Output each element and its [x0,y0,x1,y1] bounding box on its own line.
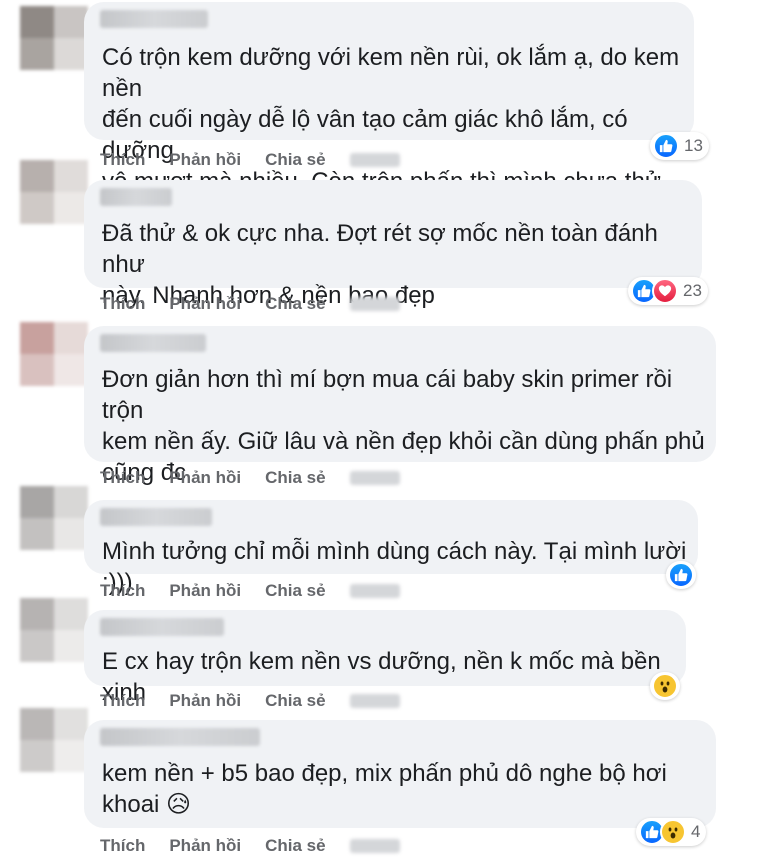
timestamp[interactable] [349,839,400,853]
reply-action[interactable]: Phản hồi [169,581,241,601]
comment-actions: Thích Phản hồi Chia sẻ [100,581,400,601]
like-action[interactable]: Thích [100,691,145,711]
reply-action[interactable]: Phản hồi [169,150,241,170]
comment-actions: Thích Phản hồi Chia sẻ [100,468,400,488]
timestamp[interactable] [349,471,400,485]
reaction-count: 13 [684,136,703,155]
timestamp[interactable] [349,584,400,598]
timestamp[interactable] [349,297,400,311]
reaction-summary[interactable]: 13 [650,132,709,160]
like-icon [653,133,679,159]
reply-action[interactable]: Phản hồi [169,294,241,314]
share-action[interactable]: Chia sẻ [265,836,325,856]
like-action[interactable]: Thích [100,150,145,170]
comment-actions: Thích Phản hồi Chia sẻ [100,691,400,711]
timestamp[interactable] [349,694,400,708]
comment-bubble: Mình tưởng chỉ mỗi mình dùng cách này. T… [84,500,698,596]
avatar[interactable] [20,6,88,70]
share-action[interactable]: Chia sẻ [265,691,325,711]
wow-icon [652,673,678,699]
avatar[interactable] [20,708,88,772]
reaction-summary[interactable]: 23 [628,277,708,305]
comment-actions: Thích Phản hồi Chia sẻ [100,150,400,170]
reply-action[interactable]: Phản hồi [169,691,241,711]
like-action[interactable]: Thích [100,836,145,856]
like-action[interactable]: Thích [100,294,145,314]
heart-icon [652,278,678,304]
timestamp[interactable] [349,153,400,167]
share-action[interactable]: Chia sẻ [265,294,325,314]
comment-text: kem nền + b5 bao đẹp, mix phấn phủ dô ng… [102,760,667,818]
like-action[interactable]: Thích [100,581,145,601]
author-name[interactable] [100,334,206,352]
reaction-count: 4 [691,822,701,841]
comment-bubble: E cx hay trộn kem nền vs dưỡng, nền k mố… [84,610,686,706]
avatar[interactable] [20,322,88,386]
reaction-count: 23 [683,281,702,300]
author-name[interactable] [100,508,212,526]
like-icon [668,562,694,588]
comment-text: Có trộn kem dưỡng với kem nền rùi, ok lắ… [102,44,680,195]
author-name[interactable] [100,618,224,636]
share-action[interactable]: Chia sẻ [265,468,325,488]
comment-actions: Thích Phản hồi Chia sẻ [100,836,400,856]
reply-action[interactable]: Phản hồi [169,468,241,488]
author-name[interactable] [100,188,172,206]
avatar[interactable] [20,160,88,224]
avatar[interactable] [20,598,88,662]
reaction-summary[interactable]: 4 [636,818,707,846]
wow-icon [660,819,686,845]
reaction-summary[interactable] [666,561,696,589]
comment-bubble: Đã thử & ok cực nha. Đợt rét sợ mốc nền … [84,180,702,309]
avatar[interactable] [20,486,88,550]
reply-action[interactable]: Phản hồi [169,836,241,856]
comment-bubble: Có trộn kem dưỡng với kem nền rùi, ok lắ… [84,2,694,195]
share-action[interactable]: Chia sẻ [265,150,325,170]
comment-bubble: kem nền + b5 bao đẹp, mix phấn phủ dô ng… [84,720,716,828]
like-action[interactable]: Thích [100,468,145,488]
comment-bubble: Đơn giản hơn thì mí bợn mua cái baby ski… [84,326,716,486]
author-name[interactable] [100,728,260,746]
reaction-summary[interactable] [650,672,680,700]
share-action[interactable]: Chia sẻ [265,581,325,601]
author-name[interactable] [100,10,208,28]
comment-actions: Thích Phản hồi Chia sẻ [100,294,400,314]
